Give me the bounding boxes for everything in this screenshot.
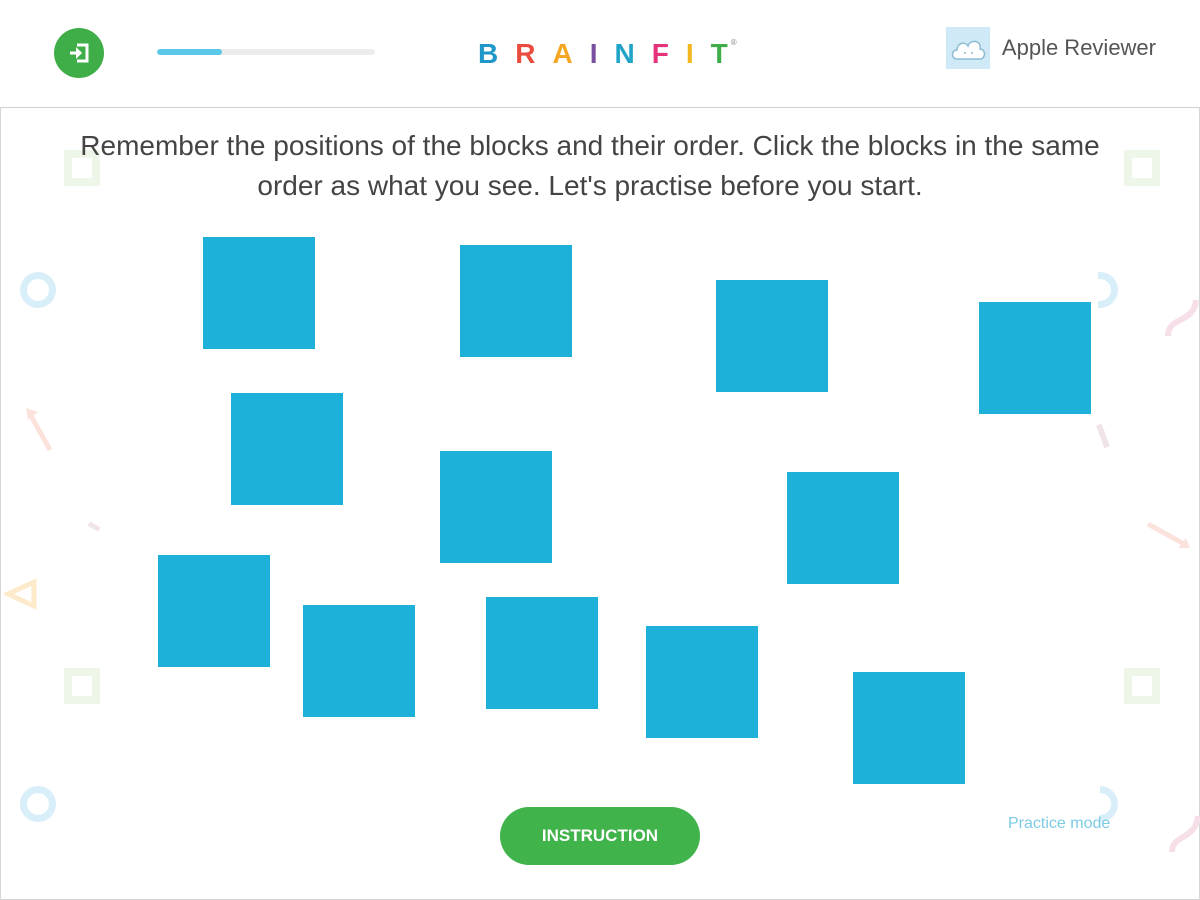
deco-square-icon — [64, 668, 100, 704]
logo-letter: A — [552, 38, 590, 69]
user-profile[interactable]: Apple Reviewer — [945, 26, 1156, 70]
cloud-avatar-icon — [945, 27, 990, 69]
memory-block[interactable] — [787, 472, 899, 584]
memory-block[interactable] — [440, 451, 552, 563]
logo-letter: F — [651, 38, 686, 69]
exit-button[interactable] — [54, 28, 104, 78]
logo-letter: T — [710, 38, 745, 69]
logo-letter: R — [515, 38, 553, 69]
memory-block[interactable] — [231, 393, 343, 505]
memory-block[interactable] — [303, 605, 415, 717]
instruction-button[interactable]: INSTRUCTION — [500, 807, 700, 865]
deco-square-icon — [1124, 150, 1160, 186]
memory-block[interactable] — [203, 237, 315, 349]
exit-icon — [70, 43, 89, 63]
deco-arrow-icon — [26, 408, 53, 452]
memory-block[interactable] — [853, 672, 965, 784]
logo-letter: N — [614, 38, 652, 69]
memory-block[interactable] — [486, 597, 598, 709]
logo-letter: B — [478, 38, 516, 69]
memory-block[interactable] — [460, 245, 572, 357]
practice-mode-label: Practice mode — [1008, 815, 1111, 832]
memory-block[interactable] — [158, 555, 270, 667]
logo-letter: I — [685, 38, 711, 69]
top-bar: B R A I N F I T ® Apple Reviewer — [0, 0, 1200, 108]
progress-fill — [157, 49, 223, 55]
deco-ring-icon — [20, 786, 56, 822]
deco-wave-icon — [1169, 815, 1200, 853]
deco-square-icon — [1124, 668, 1160, 704]
logo-letter: I — [589, 38, 615, 69]
brainfit-logo: B R A I N F I T ® — [478, 34, 737, 74]
memory-block[interactable] — [716, 280, 828, 392]
instruction-text: Remember the positions of the blocks and… — [80, 130, 1100, 201]
deco-ring-icon — [20, 272, 56, 308]
memory-block[interactable] — [646, 626, 758, 738]
user-name: Apple Reviewer — [1001, 35, 1156, 60]
deco-wave-icon — [1165, 299, 1199, 337]
logo-registered-mark: ® — [730, 38, 737, 47]
memory-block[interactable] — [979, 302, 1091, 414]
deco-arrow-icon — [1146, 521, 1190, 548]
progress-bar — [157, 49, 375, 55]
deco-triangle-icon — [4, 578, 37, 610]
